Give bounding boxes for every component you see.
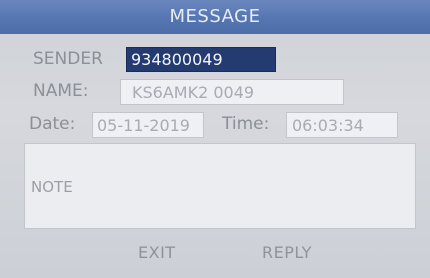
note-label: NOTE <box>31 178 73 196</box>
time-label: Time: <box>222 114 270 134</box>
sender-field[interactable]: 934800049 <box>126 47 276 72</box>
note-field[interactable]: NOTE <box>24 143 416 229</box>
message-screen: MESSAGE SENDER 934800049 NAME: KS6AMK2 0… <box>0 0 430 278</box>
name-label: NAME: <box>33 81 89 101</box>
date-field[interactable]: 05-11-2019 <box>92 112 204 138</box>
reply-button[interactable]: REPLY <box>262 243 312 262</box>
title-bar: MESSAGE <box>0 0 430 34</box>
time-field[interactable]: 06:03:34 <box>286 112 398 138</box>
exit-button[interactable]: EXIT <box>138 243 176 262</box>
screen-title: MESSAGE <box>169 6 261 27</box>
name-field[interactable]: KS6AMK2 0049 <box>120 79 344 105</box>
sender-label: SENDER <box>33 49 103 69</box>
date-label: Date: <box>29 114 76 134</box>
